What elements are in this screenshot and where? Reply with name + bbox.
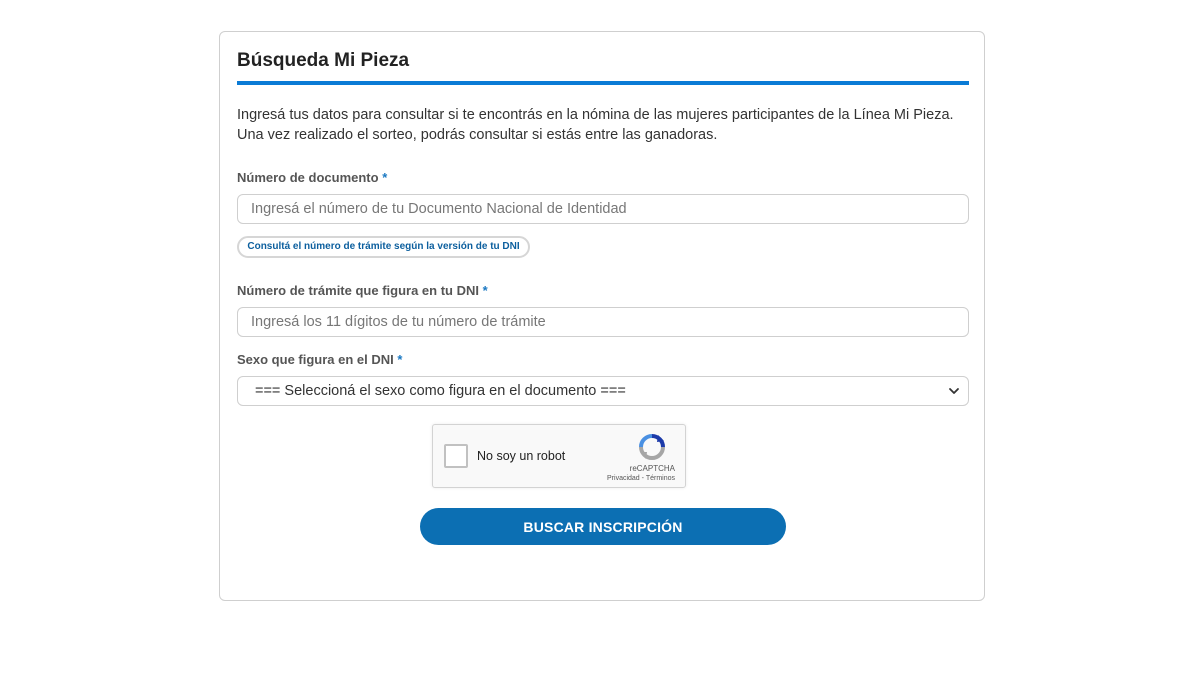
document-number-input[interactable] — [237, 194, 969, 224]
chevron-down-icon — [949, 388, 959, 394]
title-underline — [237, 81, 969, 85]
required-mark: * — [482, 283, 488, 298]
sex-label: Sexo que figura en el DNI * — [237, 352, 402, 367]
tramite-number-label-text: Número de trámite que figura en tu DNI — [237, 283, 479, 298]
tramite-help-link[interactable]: Consultá el número de trámite según la v… — [237, 236, 530, 258]
document-number-label-text: Número de documento — [237, 170, 379, 185]
sex-select[interactable]: === Seleccioná el sexo como figura en el… — [237, 376, 969, 406]
search-form-card: Búsqueda Mi Pieza Ingresá tus datos para… — [219, 31, 985, 601]
recaptcha-terms-link[interactable]: Términos — [646, 475, 675, 482]
recaptcha-label: No soy un robot — [477, 449, 566, 463]
recaptcha-links: Privacidad - Términos — [607, 475, 675, 482]
required-mark: * — [397, 352, 403, 367]
recaptcha-widget: No soy un robot reCAPTCHA Privacidad - T… — [432, 424, 686, 488]
required-mark: * — [382, 170, 388, 185]
tramite-number-input[interactable] — [237, 307, 969, 337]
sex-label-text: Sexo que figura en el DNI — [237, 352, 394, 367]
sex-select-value: === Seleccioná el sexo como figura en el… — [255, 383, 626, 399]
recaptcha-checkbox[interactable] — [444, 444, 468, 468]
page-title: Búsqueda Mi Pieza — [237, 50, 410, 71]
search-registration-button[interactable]: BUSCAR INSCRIPCIÓN — [420, 508, 786, 545]
intro-text: Ingresá tus datos para consultar si te e… — [237, 107, 954, 143]
recaptcha-logo-icon — [639, 434, 665, 460]
recaptcha-privacy-link[interactable]: Privacidad — [607, 475, 640, 482]
tramite-number-label: Número de trámite que figura en tu DNI * — [237, 283, 488, 298]
document-number-label: Número de documento * — [237, 170, 387, 185]
recaptcha-brand: reCAPTCHA — [629, 464, 675, 473]
